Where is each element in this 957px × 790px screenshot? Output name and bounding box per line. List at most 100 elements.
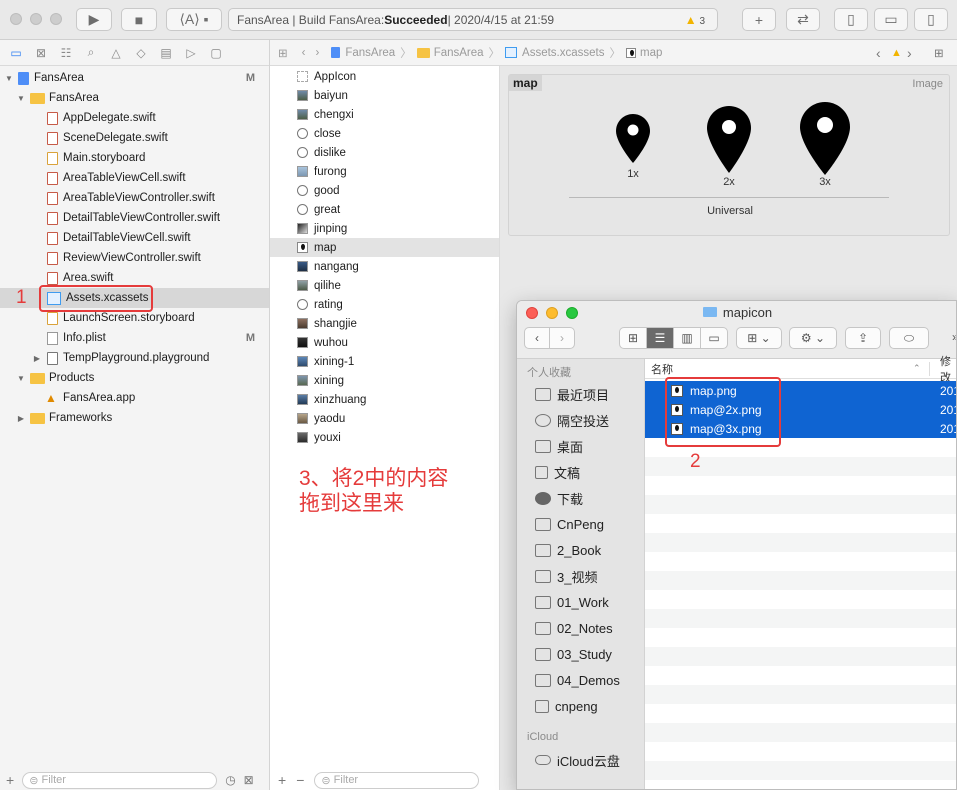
sidebar-item-folder[interactable]: 01_Work [535,591,609,613]
slot-1x[interactable]: 1x [615,113,651,180]
sidebar-item-folder[interactable]: 02_Notes [535,617,613,639]
minimize-window-button[interactable] [30,13,42,25]
toggle-inspector-button[interactable]: ▯ [914,8,948,31]
disclosure-open-icon[interactable]: ▼ [16,94,26,103]
breakpoint-icon[interactable]: ▷ [180,42,202,64]
sidebar-item-downloads[interactable]: 下载 [535,487,583,509]
add-file-button[interactable]: + [6,772,14,788]
tree-item-group[interactable]: ▼ Products [0,368,269,388]
asset-item[interactable]: nangang [270,257,499,276]
asset-item[interactable]: jinping [270,219,499,238]
issue-icon[interactable]: △ [105,42,127,64]
stop-button[interactable]: ■ [121,8,157,31]
zoom-window-button[interactable] [50,13,62,25]
disclosure-closed-icon[interactable]: ▶ [16,414,26,423]
tree-item-file[interactable]: DetailTableViewCell.swift [0,228,269,248]
asset-item-selected[interactable]: map [270,238,499,257]
sidebar-item-folder[interactable]: 04_Demos [535,669,620,691]
disclosure-open-icon[interactable]: ▼ [16,374,26,383]
report-icon[interactable]: ▢ [205,42,227,64]
sidebar-item-desktop[interactable]: 桌面 [535,435,583,457]
asset-item[interactable]: great [270,200,499,219]
column-header-modified[interactable]: 修改 [940,353,956,385]
grid-icon[interactable]: ⊞ [278,46,288,60]
tree-item-file[interactable]: Main.storyboard [0,148,269,168]
source-control-icon[interactable]: ⊠ [30,42,52,64]
code-review-button[interactable]: ⇄ [786,8,820,31]
group-button[interactable]: ⊞ ⌄ [736,327,782,349]
sidebar-item-folder[interactable]: 03_Study [535,643,612,665]
folder-icon[interactable]: ▭ [5,42,27,64]
icon-view-button[interactable]: ⊞ [619,327,647,349]
forward-arrow-icon[interactable]: › [315,47,319,59]
tree-item-file[interactable]: SceneDelegate.swift [0,128,269,148]
tree-item-file[interactable]: AreaTableViewCell.swift [0,168,269,188]
asset-item[interactable]: shangjie [270,314,499,333]
toggle-navigator-button[interactable]: ▯ [834,8,868,31]
toolbar-overflow-icon[interactable]: » [952,330,956,344]
tree-item-file[interactable]: DetailTableViewController.swift [0,208,269,228]
asset-filter-field[interactable]: ⊜ Filter [314,771,480,789]
back-arrow-icon[interactable]: ‹ [302,47,306,59]
next-issue-icon[interactable]: › [907,45,912,61]
asset-item[interactable]: good [270,181,499,200]
tree-item-file[interactable]: AppDelegate.swift [0,108,269,128]
sidebar-item-documents[interactable]: 文稿 [535,461,580,483]
forward-button[interactable]: › [549,327,575,349]
share-button[interactable]: ⇪ [845,327,881,349]
tree-item-project[interactable]: ▼ FansArea M [0,68,269,88]
sidebar-item-folder[interactable]: 2_Book [535,539,601,561]
recent-files-icon[interactable]: ◷ [225,773,235,787]
tag-button[interactable]: ⬭ [889,327,929,349]
asset-item[interactable]: youxi [270,428,499,447]
breadcrumb-item[interactable]: Assets.xcassets [522,47,604,59]
tree-item-group[interactable]: ▼ FansArea [0,88,269,108]
asset-item[interactable]: xining-1 [270,352,499,371]
tree-item-file[interactable]: Info.plist M [0,328,269,348]
tree-item-product[interactable]: ▲ FansArea.app [0,388,269,408]
asset-item[interactable]: rating [270,295,499,314]
back-button[interactable]: ‹ [524,327,550,349]
action-button[interactable]: ⚙ ⌄ [789,327,837,349]
warning-indicator[interactable]: ▲ 3 [685,13,705,27]
asset-item[interactable]: wuhou [270,333,499,352]
library-button[interactable]: + [742,8,776,31]
run-button[interactable]: ▶ [76,8,112,31]
tree-item-group[interactable]: ▶ Frameworks [0,408,269,428]
scheme-selector[interactable]: ⟨A⟩ ▪ [166,8,222,31]
tree-item-file[interactable]: AreaTableViewController.swift [0,188,269,208]
warning-icon[interactable]: ▲ [891,47,902,59]
tree-item-playground[interactable]: ▶ TempPlayground.playground [0,348,269,368]
disclosure-open-icon[interactable]: ▼ [4,74,14,83]
toggle-debug-button[interactable]: ▭ [874,8,908,31]
asset-item[interactable]: xinzhuang [270,390,499,409]
asset-item[interactable]: AppIcon [270,67,499,86]
slot-3x[interactable]: 3x [799,101,851,188]
gallery-view-button[interactable]: ▭ [700,327,728,349]
remove-asset-button[interactable]: − [296,772,304,788]
source-control-filter-icon[interactable]: ⊠ [244,773,254,787]
asset-item[interactable]: furong [270,162,499,181]
sidebar-item-folder[interactable]: 3_视频 [535,565,597,587]
asset-item[interactable]: yaodu [270,409,499,428]
column-header-name[interactable]: 名称 [651,361,673,377]
close-window-button[interactable] [10,13,22,25]
disclosure-closed-icon[interactable]: ▶ [32,354,42,363]
breadcrumb-item[interactable]: map [640,47,662,59]
tree-item-file[interactable]: ReviewViewController.swift [0,248,269,268]
slot-2x[interactable]: 2x [706,105,752,188]
asset-item[interactable]: qilihe [270,276,499,295]
search-icon[interactable]: ⌕ [80,42,102,64]
breadcrumb-item[interactable]: FansArea [434,47,484,59]
asset-item[interactable]: xining [270,371,499,390]
navigator-filter-field[interactable]: ⊜ Filter [22,771,218,789]
asset-item[interactable]: chengxi [270,105,499,124]
add-asset-button[interactable]: + [278,772,286,788]
list-view-button[interactable]: ☰ [646,327,674,349]
breadcrumb-item[interactable]: FansArea [345,47,395,59]
debug-icon[interactable]: ▤ [155,42,177,64]
column-view-button[interactable]: ▥ [673,327,701,349]
test-icon[interactable]: ◇ [130,42,152,64]
sidebar-item-icloud-drive[interactable]: iCloud云盘 [535,749,620,771]
sidebar-item-folder[interactable]: CnPeng [535,513,604,535]
